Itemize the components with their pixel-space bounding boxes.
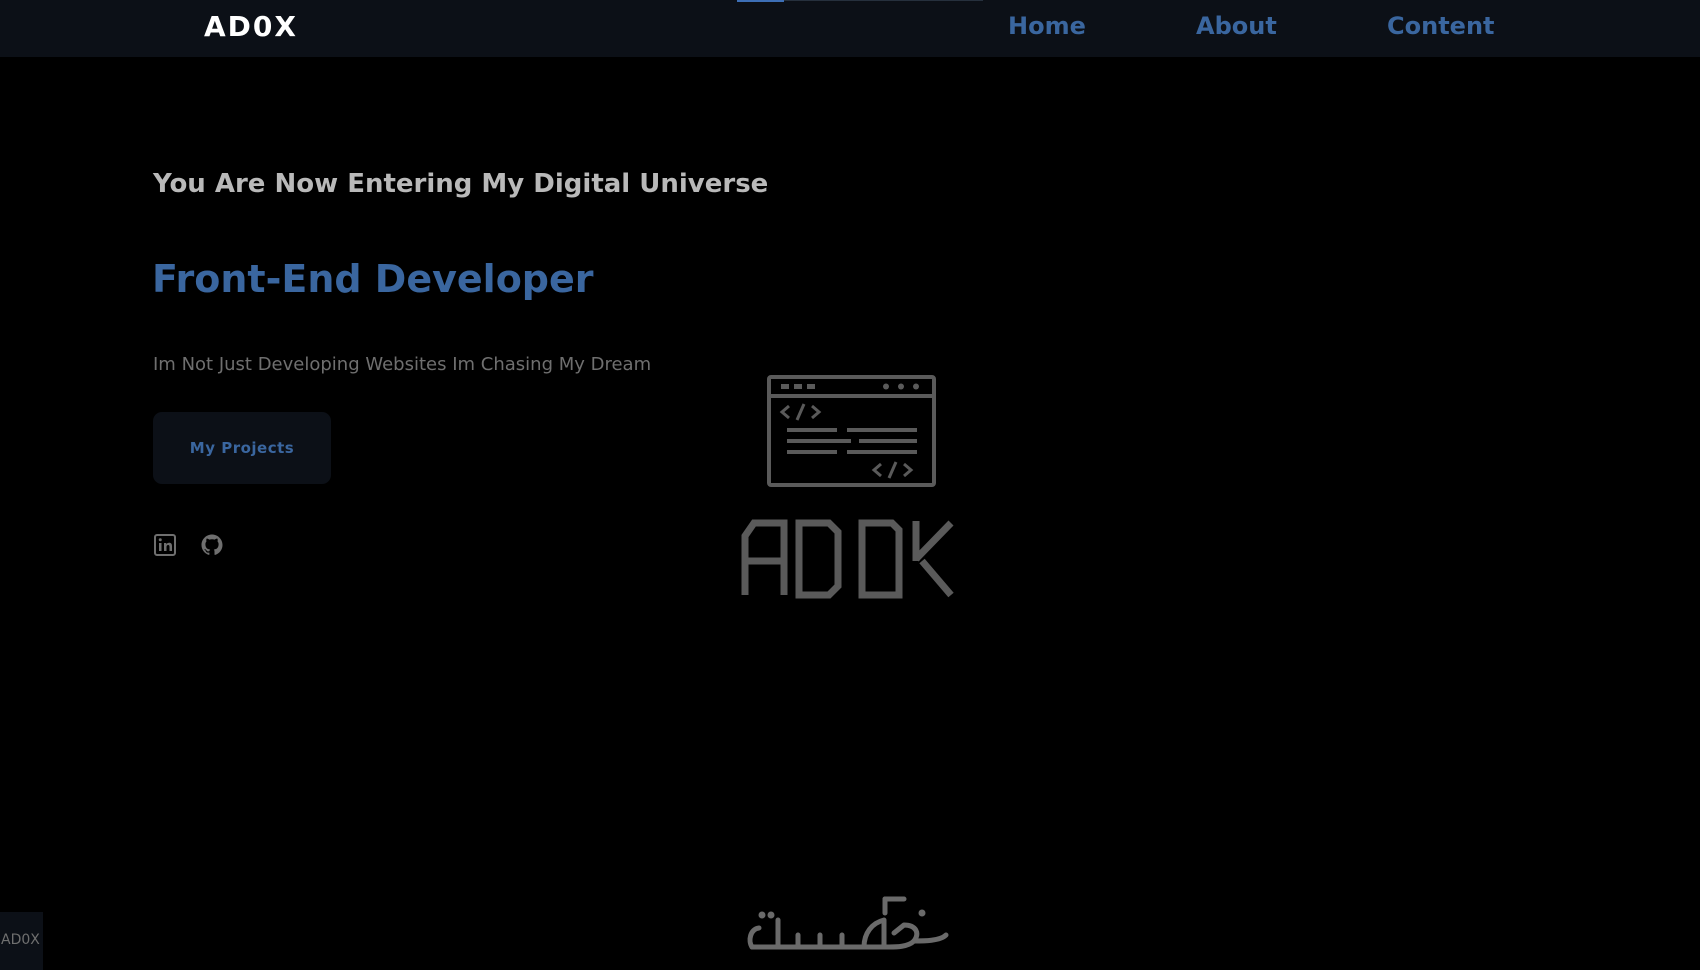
- corner-badge-label: AD0X: [1, 932, 40, 948]
- code-window-icon: [767, 375, 936, 487]
- corner-badge[interactable]: AD0X: [0, 912, 43, 970]
- khamsat-watermark: [744, 895, 954, 955]
- scroll-progress-bar: [737, 0, 983, 2]
- top-navbar: AD0X Home About Content: [0, 0, 1700, 57]
- hero-tagline: Im Not Just Developing Websites Im Chasi…: [153, 354, 652, 375]
- hero-role-title: Front-End Developer: [152, 257, 594, 301]
- linkedin-link[interactable]: [153, 533, 177, 557]
- adox-emblem: [741, 373, 961, 603]
- adox-logo-wordmark: [741, 519, 954, 599]
- nav-link-home[interactable]: Home: [1008, 12, 1086, 40]
- nav-link-about[interactable]: About: [1196, 12, 1277, 40]
- brand-logo[interactable]: AD0X: [204, 10, 298, 43]
- my-projects-button[interactable]: My Projects: [153, 412, 331, 484]
- hero-eyebrow: You Are Now Entering My Digital Universe: [153, 169, 769, 199]
- nav-link-content[interactable]: Content: [1387, 12, 1495, 40]
- scroll-progress-fill: [737, 0, 784, 2]
- linkedin-icon: [154, 534, 176, 556]
- github-link[interactable]: [200, 533, 224, 557]
- github-icon: [201, 534, 223, 555]
